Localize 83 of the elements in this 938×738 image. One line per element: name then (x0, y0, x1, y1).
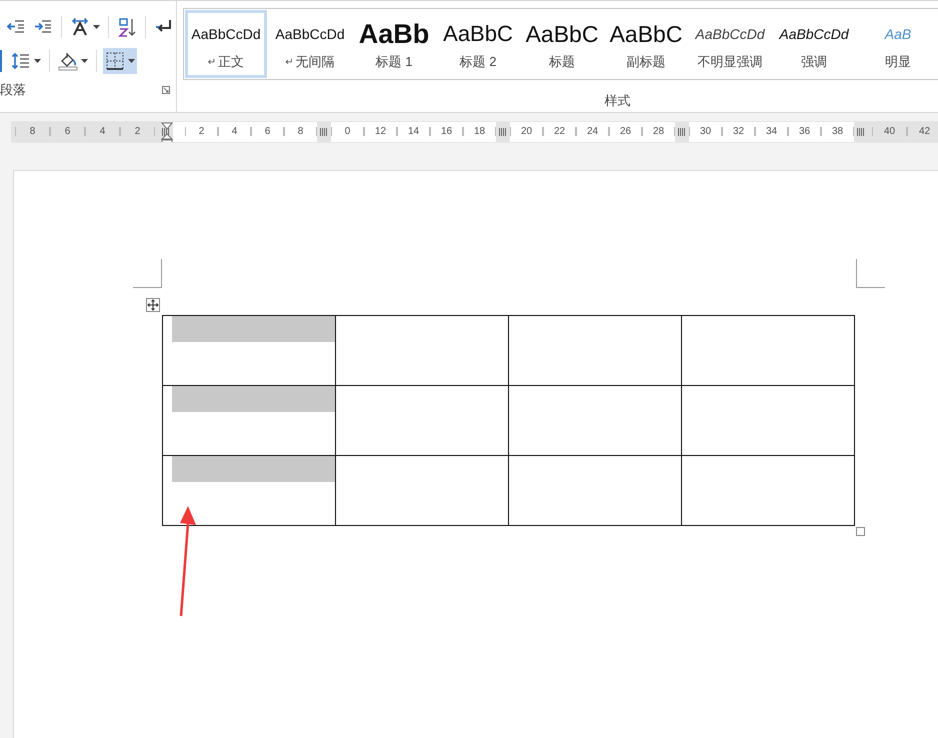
ruler-number: 20 (510, 127, 543, 136)
table-cell[interactable] (682, 316, 854, 386)
ruler-number: 4 (218, 127, 251, 136)
style-item[interactable]: AaBb 标题 1 (353, 10, 435, 78)
ruler-marker[interactable] (854, 122, 868, 142)
table-cell[interactable] (336, 386, 508, 456)
style-label: 标题 1 (376, 53, 412, 71)
group-label: 样式 (604, 92, 632, 110)
ruler-number: 24 (576, 127, 609, 136)
table-cell[interactable] (162, 386, 336, 456)
style-label: 标题 (549, 53, 575, 71)
ruler-number: 42 (907, 127, 938, 136)
table-cell[interactable] (336, 456, 508, 526)
style-preview: AaBb (358, 19, 430, 49)
ruler-number: 16 (430, 127, 463, 136)
caret-icon[interactable] (128, 59, 135, 63)
ruler-number: 30 (689, 127, 722, 136)
style-item[interactable]: AaB 明显 (857, 10, 938, 78)
style-preview: AaBbC (443, 20, 513, 48)
style-preview: AaBbCcDd (695, 25, 765, 44)
table-cell[interactable] (162, 316, 336, 386)
ruler-number: 22 (543, 127, 576, 136)
ruler-number: 14 (397, 127, 430, 136)
style-item[interactable]: AaBbCcDd 强调 (773, 10, 855, 78)
style-label: 强调 (801, 53, 827, 71)
caret-icon[interactable] (93, 25, 100, 29)
style-label: 无间隔 (296, 53, 335, 71)
paragraph-mark: ↵ (285, 56, 294, 68)
column-marker[interactable] (317, 122, 331, 142)
table-cell[interactable] (508, 386, 682, 456)
table-cell[interactable] (508, 316, 682, 386)
column-marker[interactable] (675, 122, 689, 142)
ruler-number: 40 (872, 127, 907, 136)
ruler-number: 12 (364, 127, 397, 136)
style-preview: AaBbCcDd (275, 25, 345, 44)
column-marker[interactable] (496, 122, 510, 142)
style-preview: AaBbC (610, 20, 682, 48)
ruler-number: 2 (120, 127, 155, 136)
caret-icon[interactable] (34, 59, 41, 63)
ruler-number: 26 (609, 127, 642, 136)
style-label: 明显 (885, 53, 911, 71)
style-label: 标题 2 (460, 53, 496, 71)
table-cell[interactable] (508, 456, 682, 526)
style-preview: AaBbC (526, 20, 598, 48)
paint-bucket-icon (58, 51, 78, 71)
borders-icon (105, 51, 125, 71)
sort-icon (117, 17, 137, 37)
style-preview: AaBbCcDd (779, 25, 849, 44)
margin-corner-mark (856, 259, 885, 288)
table-cell[interactable] (336, 316, 508, 386)
margin-corner-mark (133, 259, 162, 288)
table-cell[interactable] (162, 456, 336, 526)
ruler-number: 36 (788, 127, 821, 136)
ruler-number: 6 (251, 127, 284, 136)
text-direction-icon (70, 17, 90, 37)
ruler-number: 34 (755, 127, 788, 136)
style-label: 不明显强调 (698, 53, 762, 71)
style-item[interactable]: AaBbC 副标题 (605, 10, 687, 78)
move-handle-icon[interactable] (146, 298, 160, 312)
paragraph-mark: ↵ (208, 56, 216, 68)
style-item[interactable]: AaBbCcDd ↵无间隔 (269, 10, 351, 78)
borders-button[interactable] (103, 48, 137, 74)
style-item[interactable]: AaBbC 标题 (521, 10, 603, 78)
ruler-number: 2 (185, 127, 218, 136)
line-spacing-icon (11, 51, 31, 71)
ruler-number: 0 (331, 127, 364, 136)
ruler-number: 8 (15, 127, 50, 136)
style-preview: AaBbCcDd (191, 25, 261, 44)
style-label: 副标题 (626, 53, 666, 71)
style-item[interactable]: AaBbCcDd 不明显强调 (689, 10, 771, 78)
ruler-number: 4 (85, 127, 120, 136)
style-preview: AaB (884, 25, 912, 44)
style-label: 正文 (218, 53, 244, 71)
ruler-number: 32 (722, 127, 755, 136)
ruler-number: 6 (50, 127, 85, 136)
style-item[interactable]: AaBbCcDd ↵正文 (185, 10, 267, 78)
caret-icon[interactable] (81, 59, 88, 63)
table-cell[interactable] (682, 456, 854, 526)
resize-handle[interactable] (856, 527, 865, 536)
style-item[interactable]: AaBbC 标题 2 (437, 10, 519, 78)
table-cell[interactable] (682, 386, 854, 456)
group-label: 段落 (0, 81, 26, 99)
dialog-launcher-icon[interactable] (162, 86, 170, 94)
